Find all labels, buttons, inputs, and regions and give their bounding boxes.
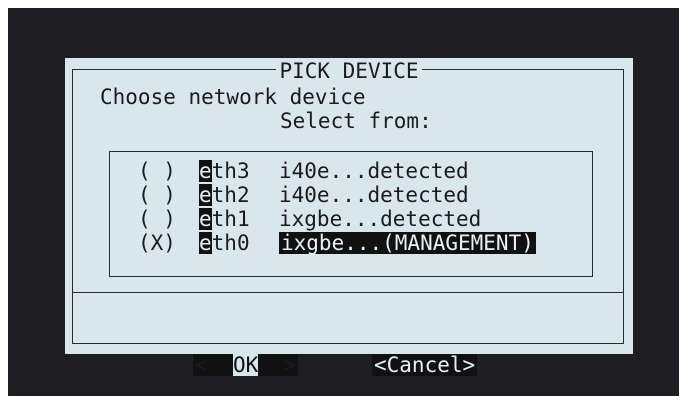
radio-button-selected[interactable]: (X) <box>138 232 199 254</box>
ok-button-label: OK <box>232 353 259 377</box>
device-name: e th3 <box>199 160 279 182</box>
device-description: ixgbe...detected <box>279 207 482 231</box>
ok-button-left: < <box>195 353 233 377</box>
cancel-button[interactable]: <Cancel> <box>372 354 478 376</box>
device-name: e th0 <box>199 232 279 254</box>
device-name-rest: th2 <box>211 183 250 207</box>
dialog-prompt: Choose network device <box>100 85 366 109</box>
device-name: e th1 <box>199 208 279 230</box>
radio-button[interactable]: ( ) <box>138 160 199 182</box>
pick-device-dialog: PICK DEVICE Choose network device Select… <box>65 58 633 376</box>
hotkey-letter: e <box>199 231 212 255</box>
hotkey-letter: e <box>199 183 212 207</box>
device-name-rest: th3 <box>211 159 250 183</box>
ok-button-right: > <box>258 353 297 377</box>
dialog-title-text: PICK DEVICE <box>276 59 422 83</box>
device-option-eth0[interactable]: (X) e th0 ixgbe...(MANAGEMENT) <box>138 232 536 254</box>
ok-button[interactable]: < OK > <box>193 353 299 377</box>
device-name-rest: th1 <box>211 207 250 231</box>
hotkey-letter: e <box>199 159 212 183</box>
device-description: i40e...detected <box>279 159 469 183</box>
hotkey-letter: e <box>199 207 212 231</box>
device-option-eth2[interactable]: ( ) e th2 i40e...detected <box>138 184 469 206</box>
device-option-eth3[interactable]: ( ) e th3 i40e...detected <box>138 160 469 182</box>
radio-button[interactable]: ( ) <box>138 184 199 206</box>
select-from-label: Select from: <box>280 109 432 133</box>
terminal-screen: PICK DEVICE Choose network device Select… <box>8 8 679 396</box>
device-name-rest: th0 <box>211 231 250 255</box>
device-description-highlighted: ixgbe...(MANAGEMENT) <box>279 231 536 255</box>
button-divider <box>73 292 623 293</box>
device-name: e th2 <box>199 184 279 206</box>
radio-button[interactable]: ( ) <box>138 208 199 230</box>
device-option-eth1[interactable]: ( ) e th1 ixgbe...detected <box>138 208 481 230</box>
button-bar: < OK > <Cancel> <box>65 310 633 398</box>
dialog-title: PICK DEVICE <box>65 59 633 83</box>
device-description: i40e...detected <box>279 183 469 207</box>
device-list: ( ) e th3 i40e...detected ( ) e th2 i40e..… <box>109 151 593 277</box>
